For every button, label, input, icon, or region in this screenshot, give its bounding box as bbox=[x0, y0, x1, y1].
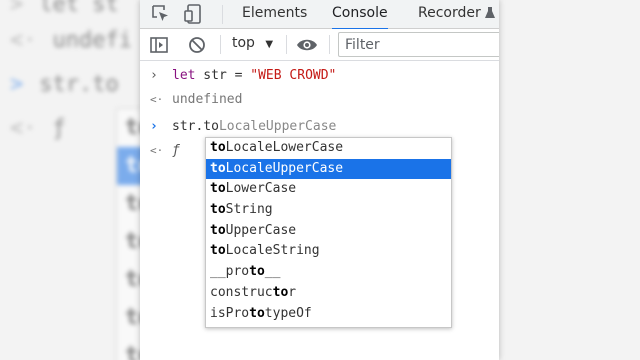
autocomplete-item-selected[interactable]: toLocaleUpperCase bbox=[206, 158, 451, 180]
autocomplete-item[interactable]: toLocaleLowerCase bbox=[206, 138, 451, 159]
autocomplete-item[interactable]: __proto__ bbox=[206, 262, 451, 283]
device-toolbar-icon[interactable] bbox=[183, 3, 205, 25]
autocomplete-item[interactable]: toString bbox=[206, 200, 451, 221]
context-selector[interactable]: top ▼ bbox=[232, 35, 273, 51]
return-arrow-icon: <· bbox=[150, 93, 164, 106]
filter-input[interactable]: Filter bbox=[338, 32, 499, 57]
keyword: let bbox=[172, 68, 196, 83]
toolbar-divider bbox=[286, 35, 287, 54]
context-label: top bbox=[232, 35, 255, 51]
autocomplete-item[interactable]: isPrototypeOf bbox=[206, 304, 451, 325]
tabbar-divider bbox=[222, 5, 223, 24]
chevron-right-icon: › bbox=[150, 68, 158, 83]
return-arrow-icon: <· bbox=[150, 144, 164, 157]
tab-elements[interactable]: Elements bbox=[242, 0, 307, 28]
devtools-panel: Elements Console Recorder top ▼ Filter ›… bbox=[140, 0, 499, 360]
live-expression-eye-icon[interactable] bbox=[296, 36, 318, 54]
autocomplete-hint: LocaleUpperCase bbox=[218, 119, 337, 134]
clear-console-icon[interactable] bbox=[187, 35, 207, 55]
console-line-input: › let str = "WEB CROWD" bbox=[140, 65, 499, 87]
bg-line-1: > let st bbox=[10, 0, 119, 17]
console-code: let str = "WEB CROWD" bbox=[172, 65, 336, 87]
bg-line-4: <· ƒ bbox=[10, 116, 66, 141]
code-text: str = bbox=[195, 68, 251, 83]
tab-recorder[interactable]: Recorder bbox=[418, 0, 481, 28]
console-line-result: <· undefined bbox=[140, 89, 499, 111]
bg-line-3: > str.to bbox=[10, 72, 119, 97]
autocomplete-item[interactable]: constructor bbox=[206, 283, 451, 304]
tab-console[interactable]: Console bbox=[332, 0, 388, 31]
console-input[interactable]: str.toLocaleUpperCase bbox=[172, 116, 336, 138]
autocomplete-dropdown: toLocaleLowerCase toLocaleUpperCase toLo… bbox=[205, 137, 452, 328]
typed-text: str.to bbox=[172, 119, 219, 134]
string-literal: "WEB CROWD" bbox=[250, 68, 337, 83]
autocomplete-item[interactable]: toLocaleString bbox=[206, 241, 451, 262]
toolbar-divider bbox=[220, 35, 221, 54]
flask-icon bbox=[485, 7, 495, 18]
function-symbol: ƒ bbox=[172, 143, 180, 158]
chevron-down-icon: ▼ bbox=[265, 39, 274, 50]
bg-line-2: <· undefi bbox=[10, 28, 132, 53]
toolbar-divider bbox=[329, 35, 330, 54]
console-toolbar: top ▼ Filter bbox=[140, 29, 499, 61]
inspect-element-icon[interactable] bbox=[150, 3, 172, 25]
autocomplete-item[interactable]: toUpperCase bbox=[206, 221, 451, 242]
autocomplete-item[interactable]: toLowerCase bbox=[206, 179, 451, 200]
show-sidebar-icon[interactable] bbox=[149, 35, 169, 55]
result-value: undefined bbox=[172, 92, 243, 107]
console-prompt-line[interactable]: › str.toLocaleUpperCase bbox=[140, 116, 499, 138]
prompt-chevron-icon: › bbox=[150, 119, 158, 134]
devtools-tabbar: Elements Console Recorder bbox=[140, 0, 499, 31]
